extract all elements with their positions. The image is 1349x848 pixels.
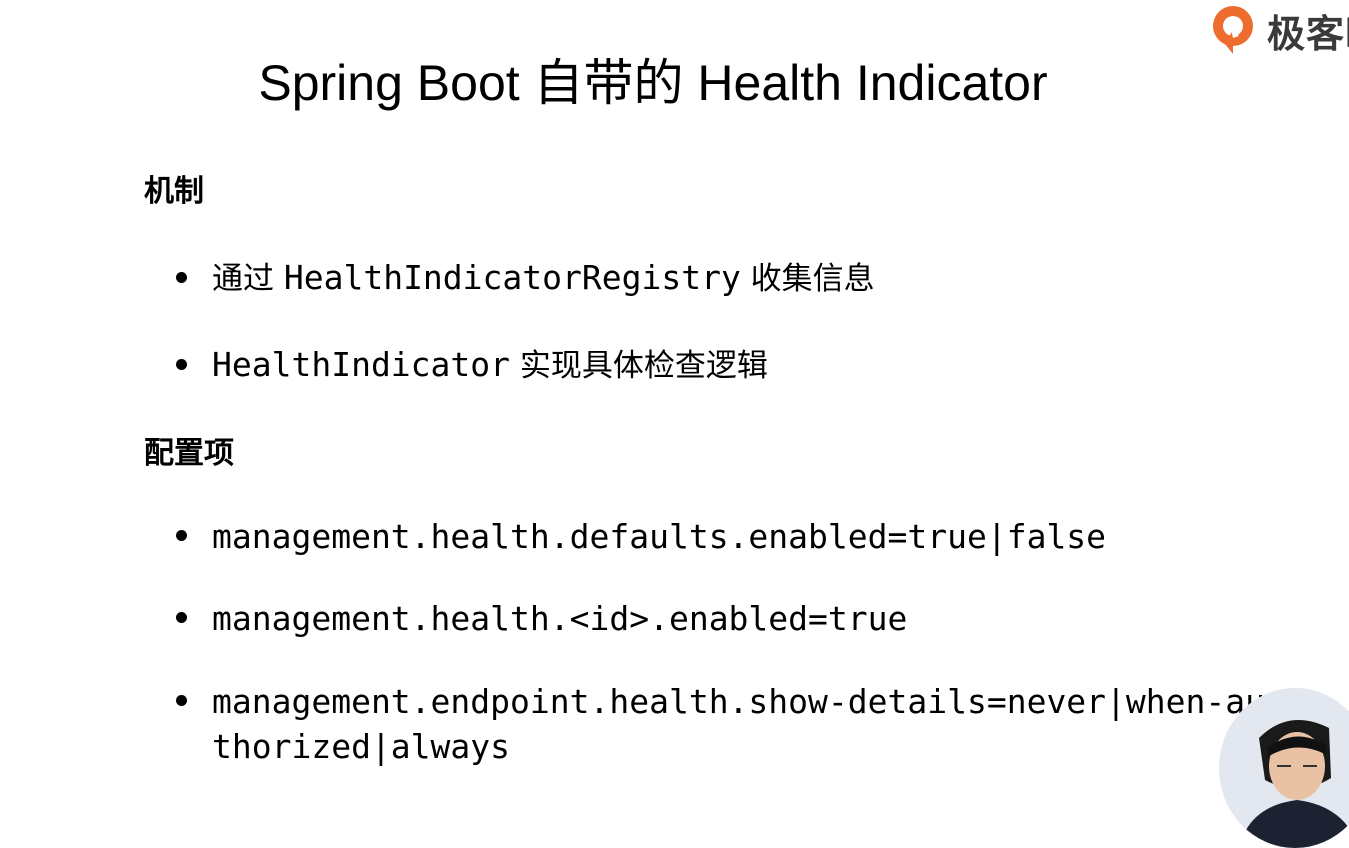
mechanism-item-registry: 通过 HealthIndicatorRegistry 收集信息 <box>176 256 875 301</box>
code-term: HealthIndicator <box>212 345 511 384</box>
brand-logo: 极客时 <box>1185 0 1349 60</box>
config-item-text: management.endpoint.health.show-details=… <box>212 682 1265 766</box>
bullet-icon <box>176 695 187 706</box>
mechanism-item-text: 通过 HealthIndicatorRegistry 收集信息 <box>212 258 875 297</box>
bullet-icon <box>176 272 187 283</box>
brand-text: 极客时 <box>1267 11 1349 56</box>
section-heading-config: 配置项 <box>144 436 234 471</box>
geektime-logo-icon <box>1213 6 1253 54</box>
mechanism-item-indicator: HealthIndicator 实现具体检查逻辑 <box>176 343 768 388</box>
bullet-icon <box>176 530 187 541</box>
config-item-text: management.health.defaults.enabled=true|… <box>212 517 1107 556</box>
bullet-icon <box>176 612 187 623</box>
slide-title: Spring Boot 自带的 Health Indicator <box>258 55 1048 111</box>
config-item-text: management.health.<id>.enabled=true <box>212 599 908 638</box>
section-heading-mechanism: 机制 <box>144 174 204 209</box>
config-item-defaults: management.health.defaults.enabled=true|… <box>176 514 1282 559</box>
code-term: HealthIndicatorRegistry <box>283 258 741 297</box>
config-item-show-details: management.endpoint.health.show-details=… <box>176 679 1282 769</box>
mechanism-item-text: HealthIndicator 实现具体检查逻辑 <box>212 345 768 384</box>
bullet-icon <box>176 359 187 370</box>
config-item-id-enabled: management.health.<id>.enabled=true <box>176 596 1282 641</box>
